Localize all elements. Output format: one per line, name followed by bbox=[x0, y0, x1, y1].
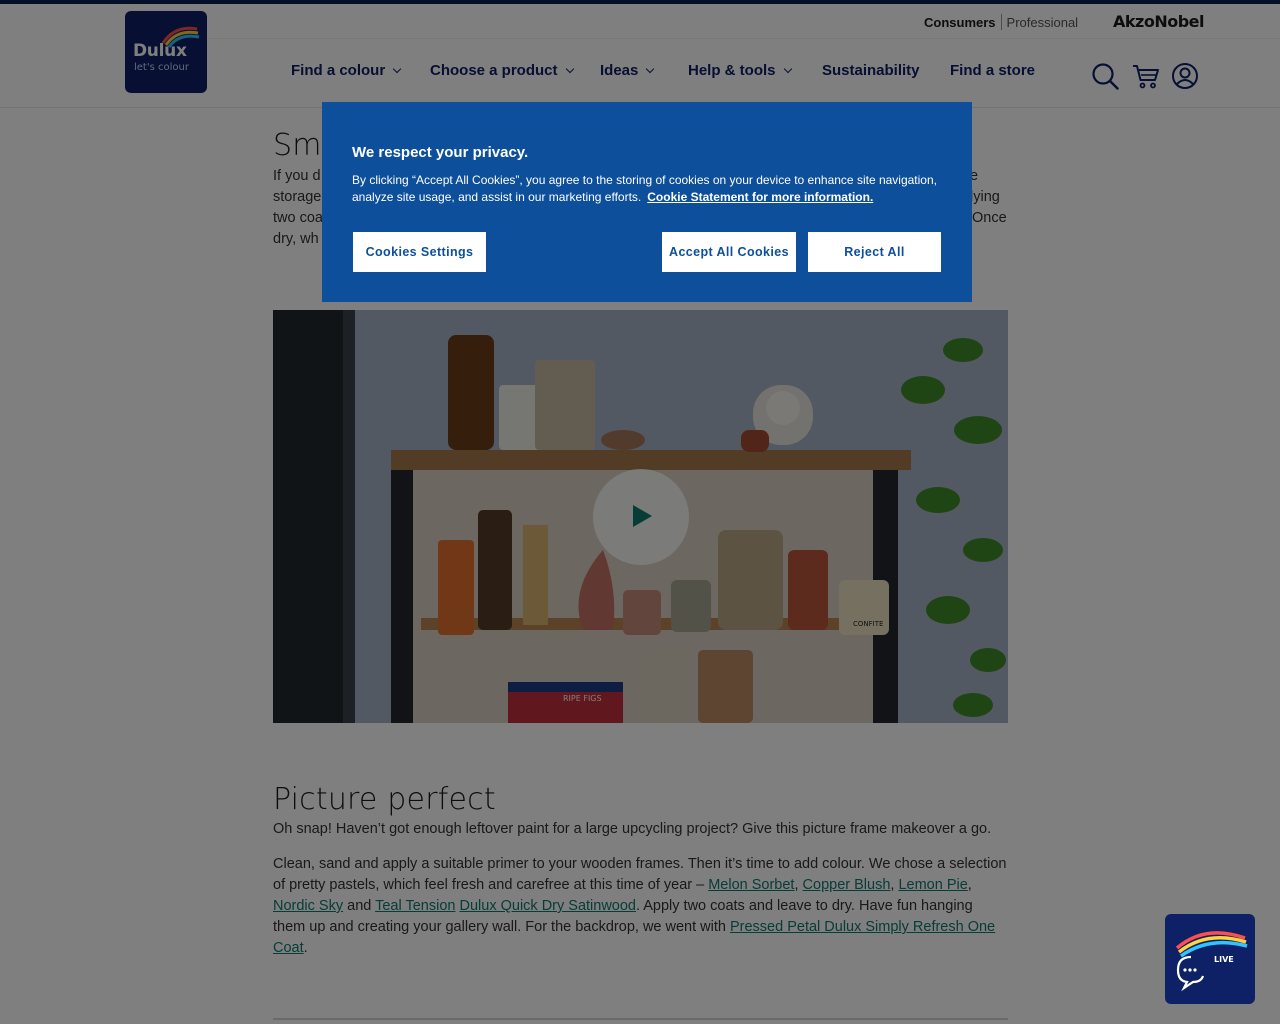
accept-all-cookies-button[interactable]: Accept All Cookies bbox=[661, 231, 797, 273]
cookie-description: By clicking “Accept All Cookies”, you ag… bbox=[352, 172, 942, 206]
cookie-statement-link[interactable]: Cookie Statement for more information. bbox=[647, 190, 873, 204]
chat-bubble-icon bbox=[1175, 931, 1248, 992]
cookie-title: We respect your privacy. bbox=[352, 144, 529, 161]
cookies-settings-button[interactable]: Cookies Settings bbox=[352, 231, 487, 273]
cookie-consent-dialog: We respect your privacy. By clicking “Ac… bbox=[322, 102, 972, 302]
reject-all-button[interactable]: Reject All bbox=[807, 231, 942, 273]
live-chat-button[interactable]: LIVE bbox=[1165, 914, 1255, 1004]
chat-live-label: LIVE bbox=[1214, 955, 1234, 964]
